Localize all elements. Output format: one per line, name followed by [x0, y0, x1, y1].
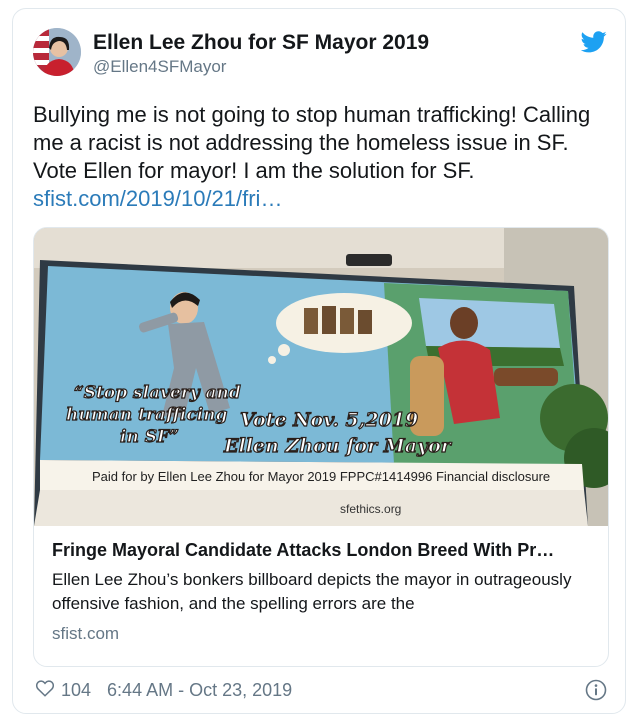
tweet-text: Bullying me is not going to stop human t…: [33, 102, 591, 183]
author-handle[interactable]: @Ellen4SFMayor: [93, 57, 226, 77]
link-card-title[interactable]: Fringe Mayoral Candidate Attacks London …: [52, 540, 592, 561]
link-preview-card[interactable]: “Stop slavery and human trafficing in SF…: [33, 227, 609, 667]
billboard-quote-line3: in SF”: [120, 427, 179, 447]
heart-icon[interactable]: [35, 679, 61, 702]
tweet-timestamp[interactable]: 6:44 AM - Oct 23, 2019: [107, 680, 292, 701]
billboard-ethics-line: sfethics.org: [340, 502, 401, 516]
billboard-image: “Stop slavery and human trafficing in SF…: [34, 228, 608, 526]
author-name[interactable]: Ellen Lee Zhou for SF Mayor 2019: [93, 31, 429, 55]
billboard-paid-line: Paid for by Ellen Lee Zhou for Mayor 201…: [92, 469, 550, 484]
tweet-embed: Ellen Lee Zhou for SF Mayor 2019 @Ellen4…: [12, 8, 626, 714]
tweet-link[interactable]: sfist.com/2019/10/21/fri…: [33, 185, 613, 213]
link-card-description: Ellen Lee Zhou’s bonkers billboard depic…: [52, 570, 572, 613]
billboard-quote-line1: “Stop slavery and: [74, 383, 241, 403]
billboard-mayor-line: Ellen Zhou for Mayor: [223, 435, 453, 457]
like-count[interactable]: 104: [61, 680, 91, 701]
avatar[interactable]: [33, 28, 81, 76]
billboard-quote-line2: human trafficing: [66, 405, 228, 425]
billboard-vote-line: Vote Nov. 5,2019: [240, 409, 418, 431]
tweet-body: Bullying me is not going to stop human t…: [33, 101, 613, 213]
tweet-footer: 104 6:44 AM - Oct 23, 2019: [35, 679, 292, 702]
link-card-domain: sfist.com: [52, 624, 120, 643]
info-icon[interactable]: [585, 679, 607, 701]
twitter-bird-icon[interactable]: [580, 31, 607, 53]
